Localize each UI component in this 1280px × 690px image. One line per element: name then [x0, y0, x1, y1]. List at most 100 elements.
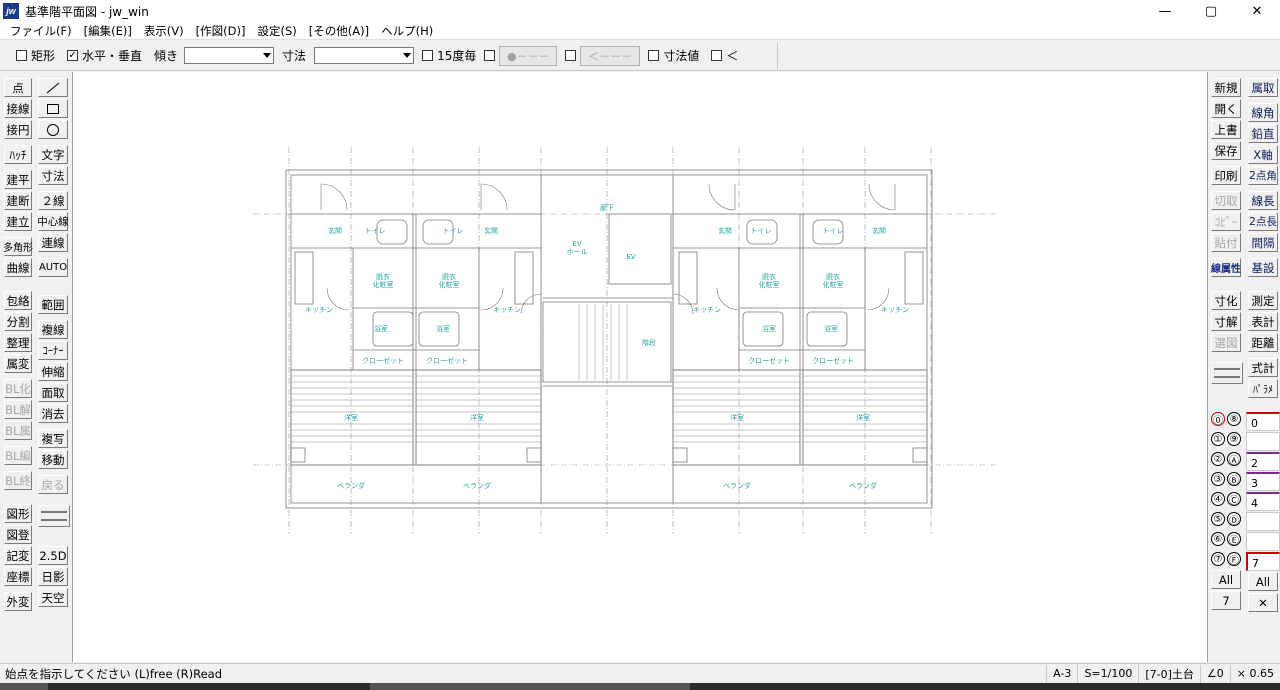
tool-block-edit[interactable]: BL編 — [4, 446, 32, 465]
menu-settings[interactable]: 設定(S) — [251, 23, 302, 39]
rect-checkbox[interactable] — [16, 50, 27, 61]
tool-dim-explode[interactable]: 寸解 — [1211, 312, 1241, 331]
tool-stretch[interactable]: 伸縮 — [38, 362, 68, 381]
dim-combo[interactable] — [314, 47, 415, 64]
layer-all-button[interactable]: All — [1248, 572, 1278, 591]
tool-symbol-change[interactable]: 記変 — [4, 546, 32, 565]
tool-circle[interactable] — [38, 120, 68, 139]
tool-move[interactable]: 移動 — [38, 450, 68, 469]
tool-distance[interactable]: 距離 — [1248, 333, 1278, 352]
status-layer[interactable]: [7-0]土台 — [1138, 664, 1200, 683]
tool-copy[interactable]: 複写 — [38, 429, 68, 448]
layer-group-2[interactable]: ② — [1211, 452, 1225, 466]
layer-cell-1[interactable] — [1246, 432, 1280, 451]
tool-parallel-copy[interactable]: 複線 — [38, 320, 68, 339]
tool-rectangle[interactable] — [38, 99, 68, 118]
tool-attr-change[interactable]: 属変 — [4, 354, 32, 373]
tool-corner[interactable]: ｺｰﾅｰ — [38, 341, 68, 360]
tool-tangent-circle[interactable]: 接円 — [4, 120, 32, 139]
tool-cut[interactable]: 切取 — [1211, 191, 1241, 210]
tool-print[interactable]: 印刷 — [1211, 166, 1241, 185]
tool-center-line[interactable]: 中心線 — [37, 212, 69, 231]
arrow-line-checkbox[interactable] — [565, 50, 577, 61]
every15-checkbox[interactable] — [422, 50, 434, 61]
tool-select-figure[interactable]: 選図 — [1211, 333, 1241, 352]
tool-line[interactable] — [38, 78, 68, 97]
tool-line-length[interactable]: 線長 — [1248, 191, 1278, 210]
layer-group-all-button[interactable]: All — [1211, 570, 1241, 589]
menu-other[interactable]: [その他(A)] — [303, 23, 375, 39]
layer-close-button[interactable]: ✕ — [1248, 593, 1278, 612]
tool-attr-pick[interactable]: 属取 — [1248, 78, 1278, 97]
tool-polygon[interactable]: 多角形 — [3, 237, 33, 256]
tool-block-create[interactable]: BL化 — [4, 379, 32, 398]
layer-cell-4[interactable]: 4 — [1246, 492, 1280, 511]
tool-two-point-angle[interactable]: 2点角 — [1248, 166, 1278, 185]
slope-combo[interactable] — [184, 47, 275, 64]
close-button[interactable]: ✕ — [1234, 0, 1280, 22]
tool-hatch[interactable]: ﾊｯﾁ — [4, 145, 32, 164]
layer-group-c[interactable]: Ⓒ — [1227, 492, 1241, 507]
layer-group-5[interactable]: ⑤ — [1211, 512, 1225, 526]
layer-group-7[interactable]: ⑦ — [1211, 552, 1225, 566]
tool-x-axis[interactable]: X軸 — [1248, 145, 1278, 164]
tool-auto[interactable]: AUTO — [38, 258, 68, 277]
tool-dim-convert[interactable]: 寸化 — [1211, 291, 1241, 310]
tool-range[interactable]: 範囲 — [38, 295, 68, 314]
layer-group-8[interactable]: ⑧ — [1227, 412, 1241, 426]
tool-figure-register[interactable]: 図登 — [4, 525, 32, 544]
tool-line-style[interactable] — [38, 505, 70, 527]
layer-group-current[interactable]: 7 — [1211, 591, 1241, 610]
maximize-button[interactable]: ▢ — [1188, 0, 1234, 22]
minimize-button[interactable]: — — [1142, 0, 1188, 22]
layer-cell-3[interactable]: 3 — [1246, 472, 1280, 491]
layer-group-1[interactable]: ① — [1211, 432, 1225, 446]
layer-cell-2[interactable]: 2 — [1246, 452, 1280, 471]
tool-measure[interactable]: 測定 — [1248, 291, 1278, 310]
tool-open[interactable]: 開く — [1211, 99, 1241, 118]
tool-new[interactable]: 新規 — [1211, 78, 1241, 97]
layer-group-e[interactable]: Ⓔ — [1227, 532, 1241, 547]
layer-cell-6[interactable] — [1246, 532, 1280, 551]
tool-envelope[interactable]: 包絡 — [4, 291, 32, 310]
tool-arch-section[interactable]: 建断 — [4, 191, 32, 210]
layer-cell-5[interactable] — [1246, 512, 1280, 531]
tool-formula-calc[interactable]: 式計 — [1248, 358, 1278, 377]
arrow-line-button[interactable]: ＜－－－ — [580, 45, 641, 66]
dot-line-button[interactable]: ●－－－ — [499, 45, 558, 66]
tool-arch-plan[interactable]: 建平 — [4, 170, 32, 189]
status-angle[interactable]: ∠0 — [1199, 664, 1230, 683]
menu-edit[interactable]: [編集(E)] — [78, 23, 138, 39]
tool-2-5d[interactable]: 2.5D — [38, 546, 68, 565]
tool-sky[interactable]: 天空 — [38, 588, 68, 607]
tool-curve[interactable]: 曲線 — [4, 258, 32, 277]
tool-two-point-length[interactable]: 2点長 — [1248, 212, 1278, 231]
dot-line-checkbox[interactable] — [484, 50, 496, 61]
tool-double-line[interactable]: ２線 — [38, 191, 68, 210]
tool-overwrite[interactable]: 上書 — [1211, 120, 1241, 139]
status-zoom[interactable]: × 0.65 — [1229, 664, 1280, 683]
layer-group-4[interactable]: ④ — [1211, 492, 1225, 506]
layer-group-a[interactable]: Ⓐ — [1227, 452, 1241, 467]
tool-base-setting[interactable]: 基設 — [1248, 258, 1278, 277]
tool-text[interactable]: 文字 — [38, 145, 68, 164]
layer-cell-0[interactable]: 0 — [1246, 412, 1280, 431]
tool-line-attr[interactable]: 線属性 — [1211, 258, 1241, 277]
layer-group-3[interactable]: ③ — [1211, 472, 1225, 486]
tool-block-end[interactable]: BL終 — [4, 471, 32, 490]
layer-group-b[interactable]: Ⓑ — [1227, 472, 1241, 487]
tool-arch-elevation[interactable]: 建立 — [4, 212, 32, 231]
tool-erase[interactable]: 消去 — [38, 404, 68, 423]
layer-group-6[interactable]: ⑥ — [1211, 532, 1225, 546]
status-scale[interactable]: S=1/100 — [1077, 664, 1138, 683]
tool-dimension[interactable]: 寸法 — [38, 166, 68, 185]
menu-help[interactable]: ヘルプ(H) — [375, 23, 439, 39]
tool-figure[interactable]: 図形 — [4, 504, 32, 523]
layer-group-9[interactable]: ⑨ — [1227, 432, 1241, 446]
tool-interval[interactable]: 間隔 — [1248, 233, 1278, 252]
tool-external-change[interactable]: 外変 — [4, 592, 32, 611]
tool-copy-clip[interactable]: ｺﾋﾟｰ — [1211, 212, 1241, 231]
dimval-checkbox[interactable] — [648, 50, 660, 61]
tool-line-style-right[interactable] — [1211, 362, 1243, 384]
tool-save[interactable]: 保存 — [1211, 141, 1241, 160]
